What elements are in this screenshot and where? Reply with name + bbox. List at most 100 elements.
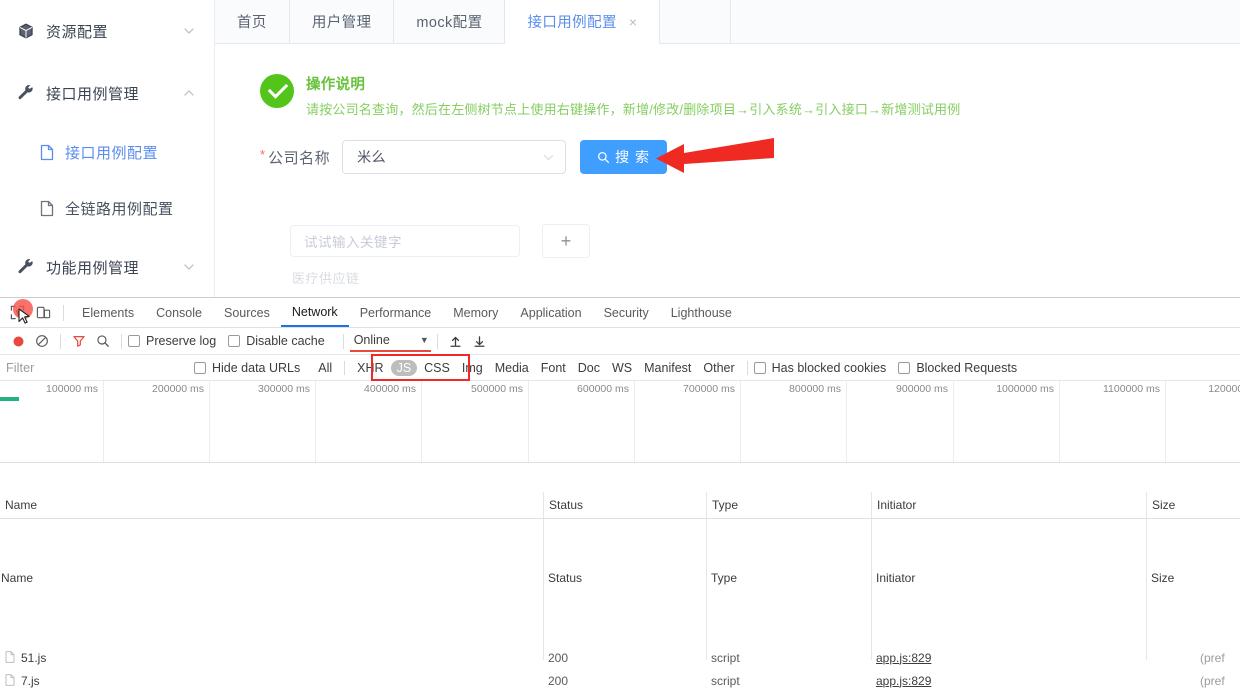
devtools-tab-console[interactable]: Console (145, 298, 213, 327)
network-filter-bar: Filter Hide data URLs All XHR JS CSS Img… (0, 354, 1240, 381)
table-row[interactable]: 51.js 200 script app.js:829 (pref (0, 646, 1240, 669)
column-header-size[interactable]: Size (1146, 565, 1240, 591)
file-icon (38, 200, 56, 217)
tab-label: Memory (453, 305, 499, 320)
close-icon[interactable]: × (629, 15, 638, 29)
tab-home[interactable]: 首页 (215, 0, 290, 43)
keyword-input[interactable]: 试试输入关键字 (290, 225, 520, 257)
devtools-tab-network[interactable]: Network (280, 298, 349, 327)
devtools-tab-lighthouse[interactable]: Lighthouse (660, 298, 743, 327)
sidebar-item-api-case-config[interactable]: 接口用例配置 (0, 124, 214, 180)
add-node-button[interactable]: + (542, 224, 590, 258)
timeline-tick: 1200000 ms (1166, 381, 1240, 462)
initiator-link[interactable]: app.js:829 (876, 651, 931, 665)
file-icon (38, 144, 56, 161)
clear-icon[interactable] (30, 330, 54, 352)
inspect-element-icon[interactable] (4, 298, 33, 326)
blocked-requests-checkbox[interactable]: Blocked Requests (898, 361, 1017, 375)
chevron-down-icon (182, 260, 196, 274)
devtools-tab-application[interactable]: Application (509, 298, 592, 327)
alert-title: 操作说明 (306, 77, 366, 93)
timeline-tick: 1000000 ms (954, 381, 1060, 462)
search-icon[interactable] (91, 330, 115, 352)
filter-type-other[interactable]: Other (698, 360, 739, 376)
has-blocked-cookies-label: Has blocked cookies (771, 360, 887, 375)
throttle-select[interactable]: Online ▼ (349, 331, 431, 352)
column-header-initiator[interactable]: Initiator (871, 565, 1146, 591)
devtools-tab-security[interactable]: Security (593, 298, 660, 327)
tick-label: 400000 ms (364, 383, 416, 395)
filter-type-xhr[interactable]: XHR (352, 360, 388, 376)
table-header-row-secondary: Name Status Type Initiator Size (0, 565, 1240, 592)
funnel-icon[interactable] (67, 330, 91, 352)
search-button-label: 搜 索 (615, 149, 650, 165)
tab-label: Sources (223, 305, 270, 320)
filter-type-media[interactable]: Media (490, 360, 534, 376)
cell-initiator[interactable]: app.js:829 (871, 646, 1146, 669)
filter-type-manifest[interactable]: Manifest (639, 360, 696, 376)
sidebar-item-api-case-mgmt[interactable]: 接口用例管理 (0, 62, 214, 124)
filter-type-all[interactable]: All (313, 360, 337, 376)
filter-type-font[interactable]: Font (536, 360, 571, 376)
timeline-tick: 200000 ms (104, 381, 210, 462)
column-header-size[interactable]: Size (1146, 492, 1240, 518)
column-header-type[interactable]: Type (706, 565, 871, 591)
tab-label: Console (156, 305, 202, 320)
filter-input[interactable]: Filter (6, 361, 194, 375)
cell-initiator[interactable]: app.js:829 (871, 669, 1146, 688)
chevron-up-icon (182, 86, 196, 100)
type-label: All (318, 360, 333, 375)
search-button[interactable]: 搜 索 (580, 140, 667, 174)
sidebar-item-label: 全链路用例配置 (65, 200, 174, 218)
tab-api-case-config[interactable]: 接口用例配置 × (505, 0, 661, 44)
column-label: Type (712, 498, 739, 512)
column-header-status[interactable]: Status (543, 565, 706, 591)
filter-type-doc[interactable]: Doc (573, 360, 605, 376)
has-blocked-cookies-checkbox[interactable]: Has blocked cookies (753, 360, 887, 375)
filter-type-css[interactable]: CSS (419, 360, 455, 376)
network-overview-timeline[interactable]: 100000 ms 200000 ms 300000 ms 400000 ms … (0, 381, 1240, 463)
export-har-icon[interactable] (468, 330, 492, 352)
devtools-tab-memory[interactable]: Memory (442, 298, 509, 327)
filter-type-ws[interactable]: WS (607, 360, 637, 376)
column-header-initiator[interactable]: Initiator (871, 492, 1146, 518)
column-header-name[interactable]: Name (0, 492, 543, 518)
preserve-log-checkbox[interactable]: Preserve log (128, 334, 216, 348)
tab-user-mgmt[interactable]: 用户管理 (290, 0, 395, 43)
import-har-icon[interactable] (444, 330, 468, 352)
tab-label: Application (520, 305, 582, 320)
sidebar-item-label: 功能用例管理 (46, 259, 140, 277)
record-icon[interactable] (6, 330, 30, 352)
disable-cache-checkbox[interactable]: Disable cache (228, 334, 325, 348)
script-file-icon (5, 674, 16, 687)
checkbox-box (898, 361, 911, 374)
column-header-type[interactable]: Type (706, 492, 871, 518)
sidebar-item-resource-config[interactable]: 资源配置 (0, 0, 214, 62)
wrench-icon (16, 84, 36, 102)
filter-type-img[interactable]: Img (457, 360, 488, 376)
filter-type-js[interactable]: JS (390, 359, 418, 376)
initiator-link[interactable]: app.js:829 (876, 674, 931, 688)
box-icon (16, 22, 36, 40)
type-label: XHR (357, 360, 384, 375)
hide-data-urls-checkbox[interactable]: Hide data URLs (194, 361, 300, 375)
hide-data-urls-label: Hide data URLs (212, 360, 301, 375)
operation-alert: 操作说明 请按公司名查询，然后在左侧树节点上使用右键操作，新增/修改/删除项目→… (260, 72, 1240, 118)
table-row[interactable]: 7.js 200 script app.js:829 (pref (0, 669, 1240, 688)
devtools-tab-performance[interactable]: Performance (349, 298, 443, 327)
column-header-status[interactable]: Status (543, 492, 706, 518)
devtools-tab-elements[interactable]: Elements (71, 298, 145, 327)
sidebar-item-func-case-mgmt[interactable]: 功能用例管理 (0, 236, 214, 298)
device-toolbar-icon[interactable] (30, 300, 56, 326)
column-header-name[interactable]: Name (0, 565, 543, 591)
type-label: Manifest (644, 360, 692, 375)
tab-bar-filler (660, 0, 732, 43)
sidebar-item-fullchain-case-config[interactable]: 全链路用例配置 (0, 180, 214, 236)
devtools-tab-sources[interactable]: Sources (213, 298, 281, 327)
timeline-tick: 900000 ms (847, 381, 954, 462)
company-name-select[interactable]: 米么 (342, 140, 567, 174)
web-page: 资源配置 接口用例管理 接口用例配置 全链路用例配置 功能用例管理 首页 用户管… (0, 0, 1240, 300)
sidebar: 资源配置 接口用例管理 接口用例配置 全链路用例配置 功能用例管理 (0, 0, 215, 300)
tab-mock-config[interactable]: mock配置 (394, 0, 506, 43)
checkbox-box (128, 335, 140, 347)
